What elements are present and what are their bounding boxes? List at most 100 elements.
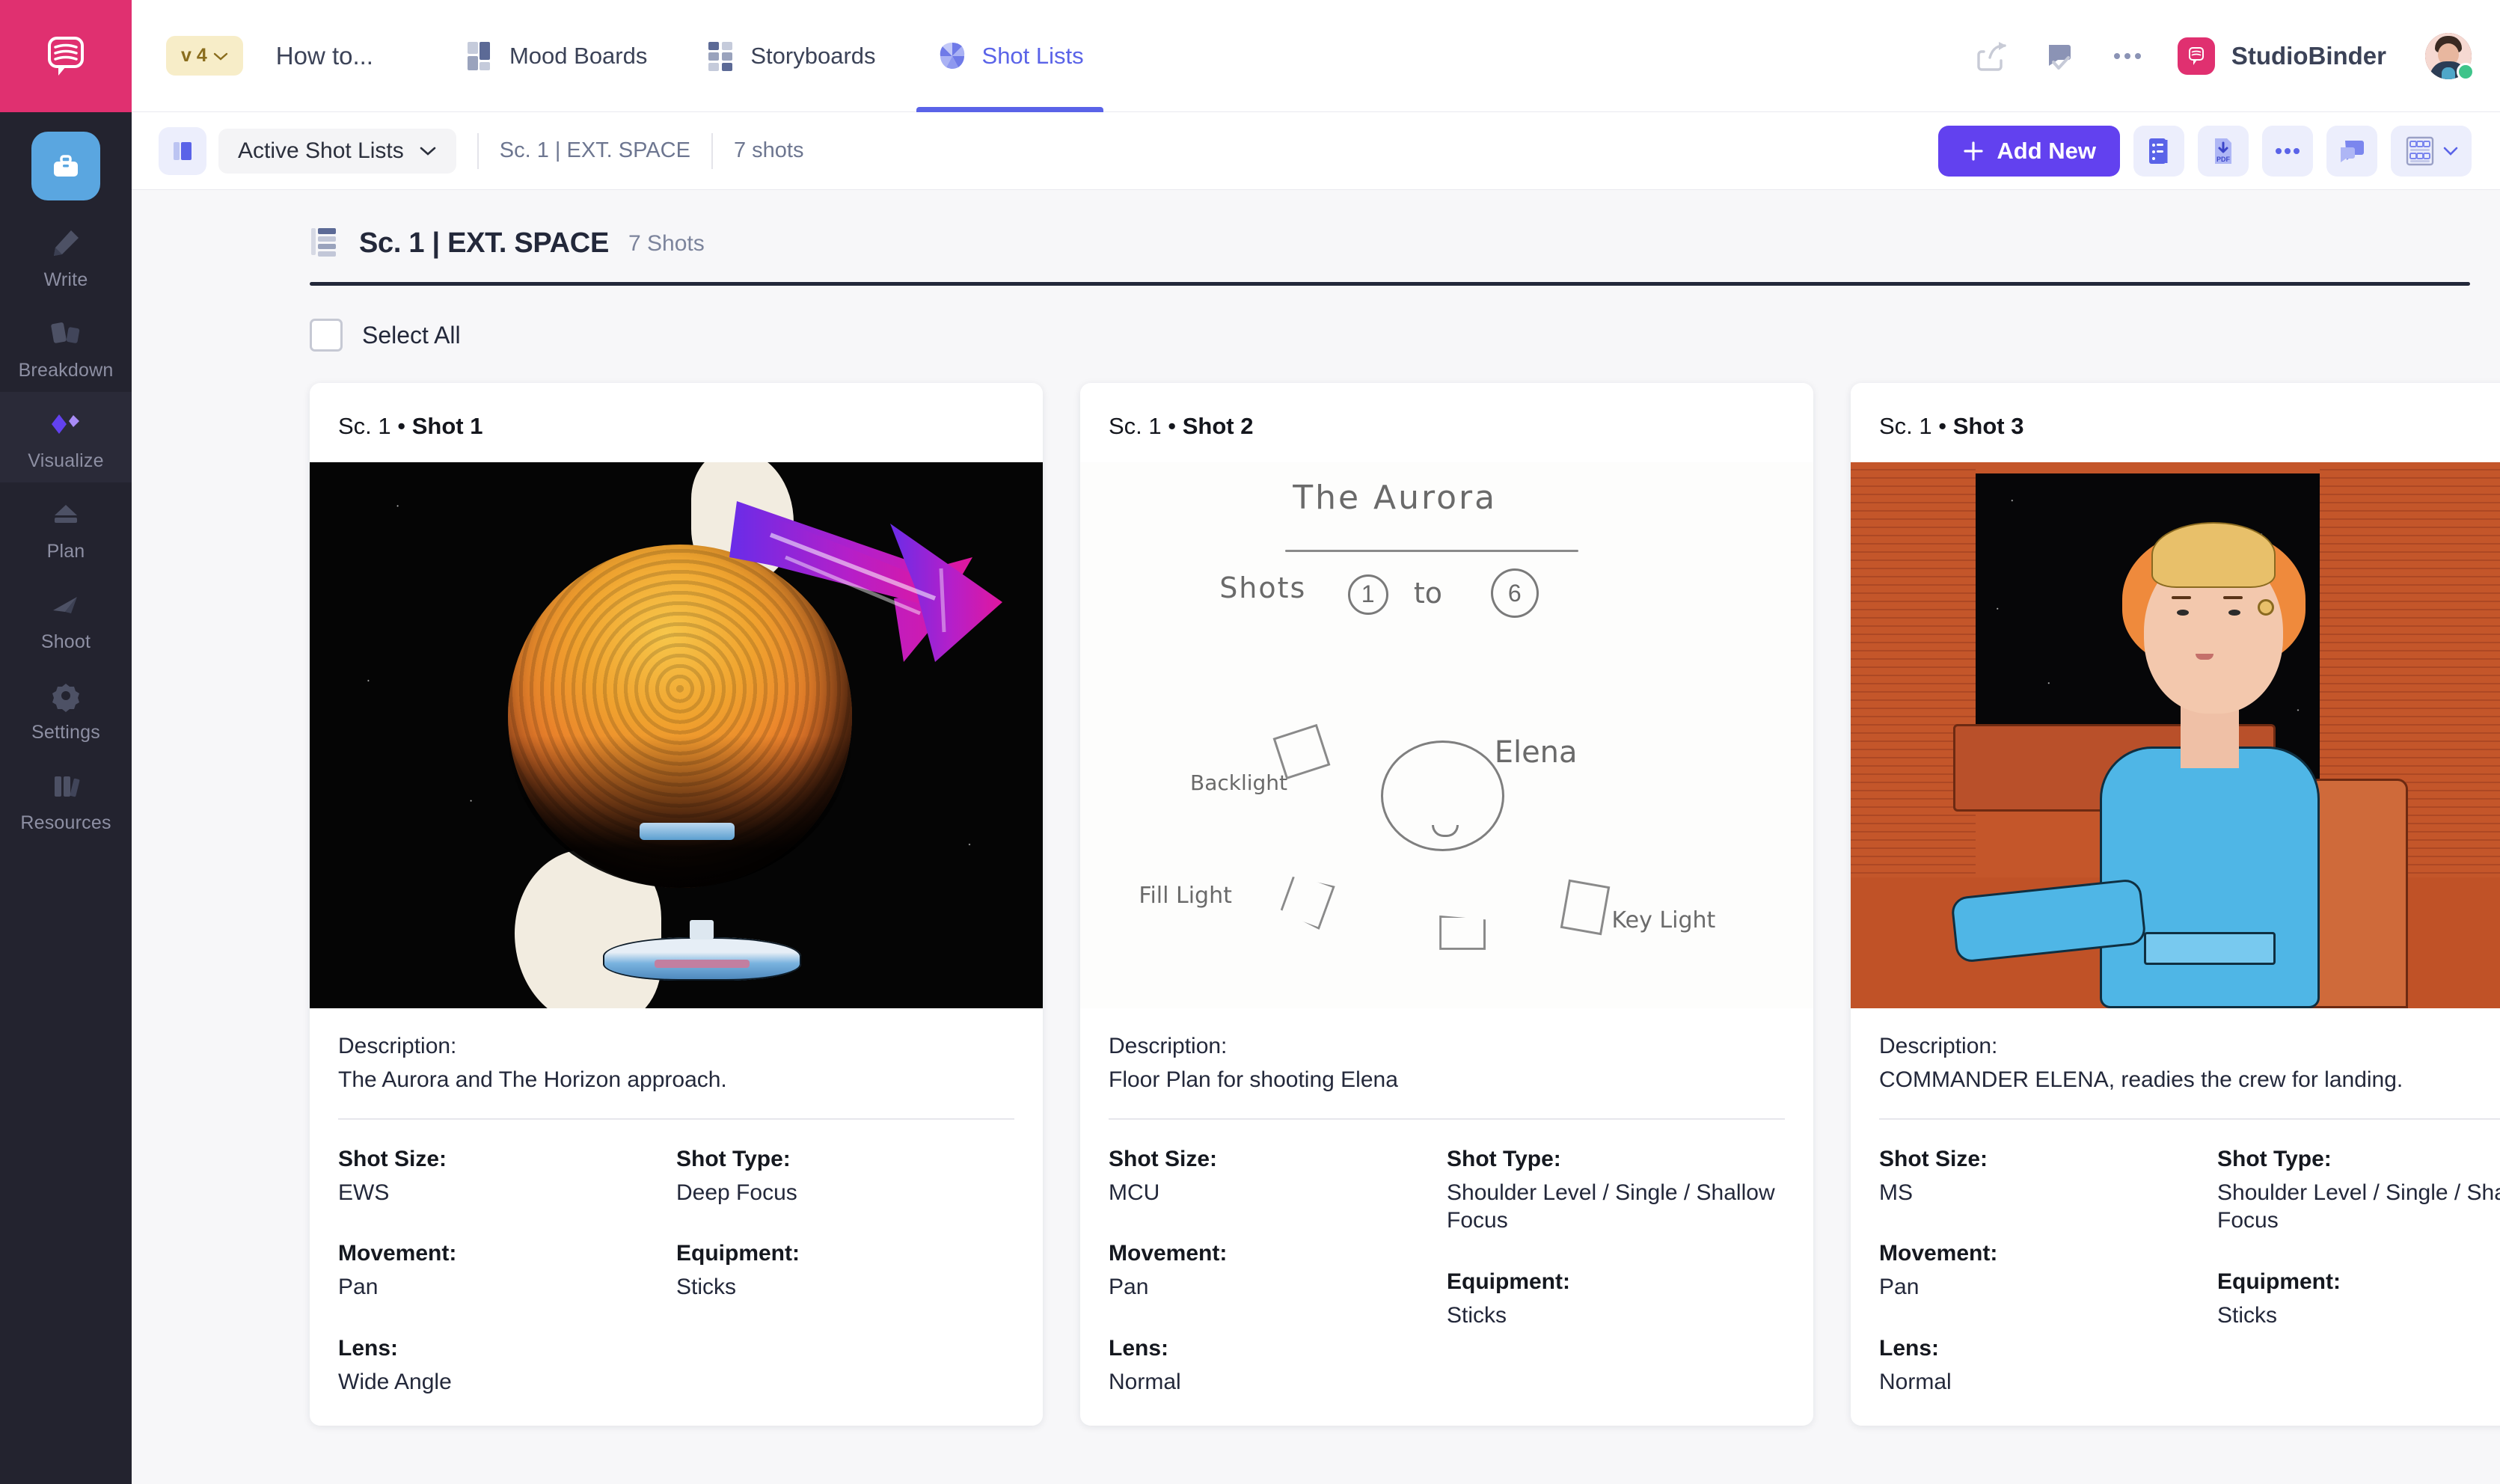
- shotlist-content: Sc. 1 | EXT. SPACE 7 Shots Select All Sc…: [132, 190, 2500, 1484]
- approve-icon[interactable]: [2043, 39, 2077, 73]
- field-movement: Movement: Pan: [1109, 1241, 1447, 1301]
- top-navigation-bar: v 4 How to... Mood Boards Storyboards Sh…: [132, 0, 2500, 112]
- shot-thumbnail[interactable]: [1851, 462, 2500, 1008]
- shot-attributes: Shot Size: EWS Movement: Pan Lens: Wide …: [338, 1147, 1014, 1396]
- field-movement: Movement: Pan: [338, 1241, 676, 1301]
- version-selector[interactable]: v 4: [166, 36, 243, 76]
- studiobinder-logo[interactable]: [0, 0, 132, 112]
- sketch-subject-label: Elena: [1494, 735, 1578, 770]
- description-label: Description:: [1109, 1034, 1228, 1058]
- spaceship-large: [603, 919, 801, 981]
- sidebar-item-write[interactable]: Write: [0, 211, 132, 301]
- shot-card-header: Sc. 1 • Shot 2: [1080, 383, 1813, 462]
- shot-card[interactable]: Sc. 1 • Shot 1 Description: The Aurora a…: [310, 383, 1043, 1426]
- shot-thumbnail[interactable]: [310, 462, 1043, 1008]
- select-all-checkbox[interactable]: [310, 319, 343, 352]
- more-options-button[interactable]: [2262, 125, 2313, 177]
- field-value[interactable]: EWS: [338, 1179, 676, 1207]
- select-all-row: Select All: [132, 286, 2500, 352]
- more-icon[interactable]: [2110, 39, 2145, 73]
- shot-thumbnail[interactable]: The Aurora Shots 1 to 6 Backlight Elena: [1080, 462, 1813, 1008]
- sidebar-item-breakdown[interactable]: Breakdown: [0, 301, 132, 392]
- sidebar-item-shoot[interactable]: Shoot: [0, 573, 132, 663]
- field-value[interactable]: MCU: [1109, 1179, 1447, 1207]
- attributes-column-left: Shot Size: MS Movement: Pan Lens: Normal: [1879, 1147, 2217, 1396]
- spaceship-small: [640, 822, 735, 841]
- shot-card-body: Description: Floor Plan for shooting Ele…: [1080, 1008, 1813, 1426]
- shotlist-selector[interactable]: Active Shot Lists: [218, 128, 456, 174]
- field-value[interactable]: Deep Focus: [676, 1179, 1014, 1207]
- list-view-icon: [2149, 138, 2168, 164]
- sketch-key-light-box: [1560, 879, 1611, 936]
- field-value[interactable]: Normal: [1109, 1368, 1447, 1396]
- sidebar-item-label: Resources: [20, 812, 111, 833]
- list-view-button[interactable]: [2133, 125, 2184, 177]
- shot-card-number: Shot 2: [1182, 413, 1254, 439]
- breadcrumb-scene[interactable]: Sc. 1 | EXT. SPACE: [500, 138, 690, 163]
- chevron-down-icon: [420, 147, 436, 156]
- field-value[interactable]: Pan: [338, 1273, 676, 1301]
- sidebar-item-label: Write: [43, 269, 88, 290]
- main-area: v 4 How to... Mood Boards Storyboards Sh…: [132, 0, 2500, 1484]
- field-value[interactable]: Wide Angle: [338, 1368, 676, 1396]
- share-icon[interactable]: [1976, 39, 2010, 73]
- workspace-switcher[interactable]: StudioBinder: [2177, 37, 2386, 75]
- sidebar-item-projects[interactable]: [0, 129, 132, 211]
- character-eye-right: [2228, 610, 2240, 616]
- shot-card-scene: Sc. 1 •: [1879, 413, 1953, 439]
- project-title: How to...: [275, 41, 373, 70]
- field-label: Lens:: [1109, 1335, 1169, 1361]
- sidebar-item-label: Visualize: [28, 450, 104, 471]
- field-value[interactable]: Sticks: [676, 1273, 1014, 1301]
- description-value[interactable]: The Aurora and The Horizon approach.: [338, 1066, 1014, 1094]
- field-shot-size: Shot Size: MS: [1879, 1147, 2217, 1207]
- shot-card-body: Description: COMMANDER ELENA, readies th…: [1851, 1008, 2500, 1426]
- chevron-down-icon: [2443, 147, 2458, 156]
- sidebar-nav-list: Write Breakdown Visualize Plan Shoot Set…: [0, 112, 132, 844]
- tab-shot-lists[interactable]: Shot Lists: [906, 0, 1114, 112]
- grid-layout-button[interactable]: [2391, 125, 2472, 177]
- field-value[interactable]: MS: [1879, 1179, 2217, 1207]
- field-value[interactable]: Shoulder Level / Single / Shallow Focus: [1447, 1179, 1785, 1235]
- sidepanel-toggle-button[interactable]: [159, 126, 206, 175]
- moodboard-icon: [467, 41, 490, 70]
- sidebar-item-plan[interactable]: Plan: [0, 482, 132, 573]
- divider: [711, 132, 713, 169]
- svg-text:PDF: PDF: [2216, 156, 2231, 163]
- tab-label: Mood Boards: [509, 42, 648, 69]
- field-label: Shot Type:: [1447, 1146, 1561, 1171]
- field-value[interactable]: Normal: [1879, 1368, 2217, 1396]
- field-value[interactable]: Pan: [1879, 1273, 2217, 1301]
- tab-storyboards[interactable]: Storyboards: [677, 0, 905, 112]
- field-value[interactable]: Shoulder Level / Single / Shallow Focus: [2217, 1179, 2500, 1235]
- add-new-button[interactable]: Add New: [1938, 125, 2120, 177]
- scene-header: Sc. 1 | EXT. SPACE 7 Shots: [132, 190, 2500, 263]
- field-value[interactable]: Sticks: [2217, 1301, 2500, 1330]
- comment-button[interactable]: [2326, 125, 2377, 177]
- description-value[interactable]: Floor Plan for shooting Elena: [1109, 1066, 1785, 1094]
- briefcase-icon: [54, 155, 78, 177]
- pdf-download-button[interactable]: PDF: [2198, 125, 2249, 177]
- shot-card-header: Sc. 1 • Shot 3: [1851, 383, 2500, 462]
- sketch-backlight-label: Backlight: [1190, 770, 1288, 796]
- gear-icon: [46, 675, 86, 716]
- field-lens: Lens: Wide Angle: [338, 1336, 676, 1396]
- field-value[interactable]: Sticks: [1447, 1301, 1785, 1330]
- shot-card-scene: Sc. 1 •: [338, 413, 412, 439]
- description-value[interactable]: COMMANDER ELENA, readies the crew for la…: [1879, 1066, 2500, 1094]
- field-value[interactable]: Pan: [1109, 1273, 1447, 1301]
- shotlist-toolbar: Active Shot Lists Sc. 1 | EXT. SPACE 7 s…: [132, 112, 2500, 190]
- sidebar-item-visualize[interactable]: Visualize: [0, 392, 132, 482]
- shot-card[interactable]: Sc. 1 • Shot 3 Description: COMMANDER EL…: [1851, 383, 2500, 1426]
- avatar[interactable]: [2425, 32, 2475, 81]
- sidebar-item-settings[interactable]: Settings: [0, 663, 132, 754]
- attributes-column-left: Shot Size: EWS Movement: Pan Lens: Wide …: [338, 1147, 676, 1396]
- shot-card-body: Description: The Aurora and The Horizon …: [310, 1008, 1043, 1426]
- tab-mood-boards[interactable]: Mood Boards: [436, 0, 677, 112]
- sidebar-item-resources[interactable]: Resources: [0, 754, 132, 844]
- shot-card[interactable]: Sc. 1 • Shot 2 The Aurora Shots 1 to 6 B…: [1080, 383, 1813, 1426]
- workspace-name: StudioBinder: [2231, 41, 2386, 70]
- divider: [1109, 1117, 1785, 1120]
- attributes-column-right: Shot Type: Deep Focus Equipment: Sticks: [676, 1147, 1014, 1396]
- sketch-title: The Aurora: [1293, 478, 1498, 517]
